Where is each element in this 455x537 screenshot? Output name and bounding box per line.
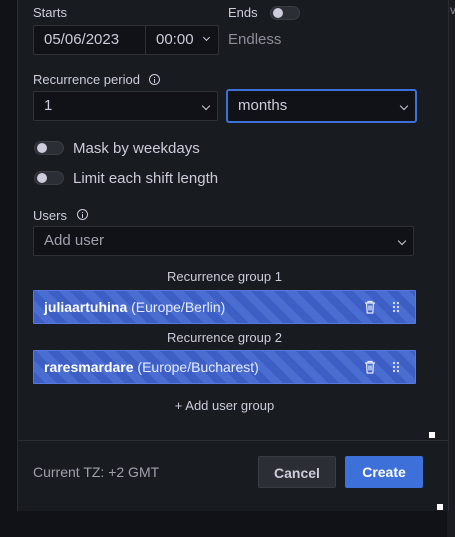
recurrence-count-value: 1 xyxy=(44,97,53,114)
user-row-juliaartuhina[interactable]: juliaartuhina (Europe/Berlin) xyxy=(33,290,416,324)
recurrence-unit-value: months xyxy=(238,97,288,114)
recurrence-group-title: Recurrence group 1 xyxy=(167,269,282,284)
resize-handle[interactable] xyxy=(437,504,443,510)
user-timezone: (Europe/Bucharest) xyxy=(137,359,259,375)
user-row-raresmardare[interactable]: raresmardare (Europe/Bucharest) xyxy=(33,350,416,384)
chevron-down-icon xyxy=(201,101,211,111)
chevron-down-icon xyxy=(202,33,211,42)
start-time-select[interactable]: 00:00 xyxy=(145,25,219,55)
chevron-down-icon xyxy=(397,236,407,246)
chevron-down-icon xyxy=(399,101,409,111)
ends-toggle[interactable] xyxy=(270,6,300,20)
mask-weekdays-label: Mask by weekdays xyxy=(73,140,200,157)
users-label: Users xyxy=(33,208,67,223)
trash-icon[interactable] xyxy=(364,360,376,374)
recurrence-count-select[interactable]: 1 xyxy=(33,91,218,121)
toggle-knob xyxy=(37,173,47,183)
limit-shift-toggle[interactable] xyxy=(34,171,64,185)
user-name: raresmardare xyxy=(44,359,134,375)
drag-handle-icon[interactable] xyxy=(392,361,400,373)
add-user-placeholder: Add user xyxy=(44,232,105,249)
recurrence-unit-select[interactable]: months xyxy=(226,89,417,123)
user-name: juliaartuhina xyxy=(44,299,128,315)
user-timezone: (Europe/Berlin) xyxy=(131,299,226,315)
limit-shift-label: Limit each shift length xyxy=(73,170,219,187)
mask-weekdays-toggle[interactable] xyxy=(34,141,64,155)
recurrence-period-label: Recurrence period xyxy=(33,72,140,87)
info-icon[interactable] xyxy=(149,74,160,85)
add-user-group-button[interactable]: + Add user group xyxy=(18,398,431,413)
add-user-select[interactable]: Add user xyxy=(33,226,414,256)
start-time-value: 00:00 xyxy=(156,31,194,48)
ends-label: Ends xyxy=(228,5,258,20)
toggle-knob xyxy=(37,143,47,153)
starts-label: Starts xyxy=(33,5,67,20)
recurrence-group-title: Recurrence group 2 xyxy=(167,330,282,345)
rotation-form-panel: Starts Ends 05/06/2023 00:00 Endless Rec… xyxy=(17,0,449,511)
current-tz-text: Current TZ: +2 GMT xyxy=(33,464,160,480)
start-date-input[interactable]: 05/06/2023 xyxy=(33,25,149,55)
trash-icon[interactable] xyxy=(364,300,376,314)
create-button[interactable]: Create xyxy=(345,456,423,488)
toggle-knob xyxy=(273,8,283,18)
info-icon[interactable] xyxy=(77,209,88,220)
edge-glyph: v xyxy=(450,3,455,17)
cancel-button[interactable]: Cancel xyxy=(258,456,336,488)
footer-divider xyxy=(18,440,448,441)
endless-text: Endless xyxy=(228,31,282,48)
drag-handle-icon[interactable] xyxy=(392,301,400,313)
resize-handle[interactable] xyxy=(429,432,435,438)
